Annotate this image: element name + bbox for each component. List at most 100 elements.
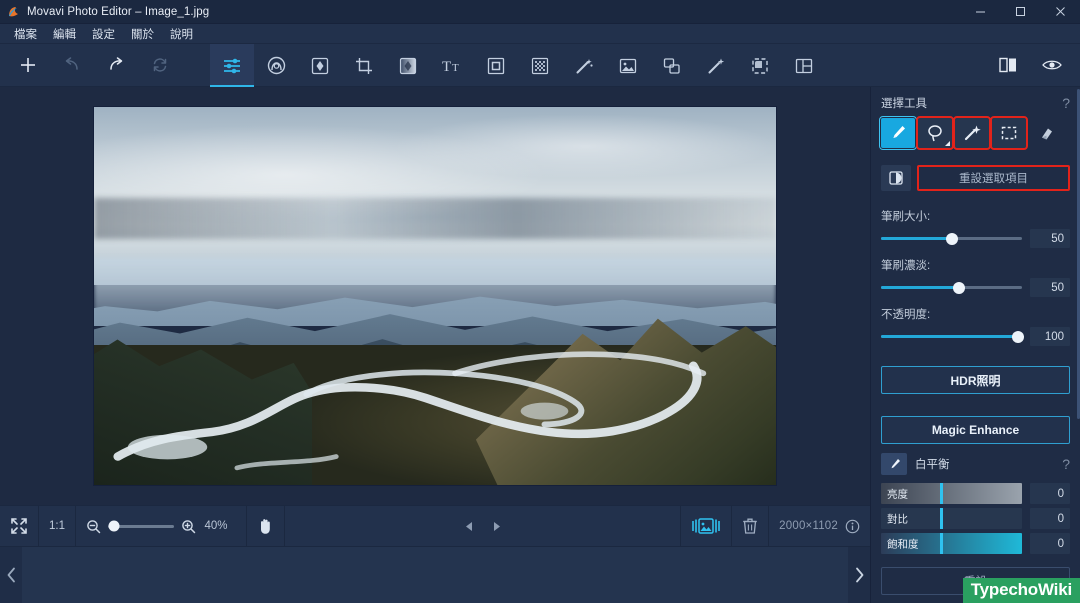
contrast-handle[interactable]: [940, 508, 943, 529]
lasso-expand-corner-icon[interactable]: [945, 141, 950, 146]
saturation-row: 飽和度 0: [881, 533, 1070, 554]
svg-text:T: T: [452, 62, 459, 74]
selection-tool-row: [879, 116, 1070, 150]
filmstrip-track[interactable]: [22, 547, 848, 603]
brush-hardness-label: 筆刷濃淡:: [881, 260, 931, 272]
brush-size-knob[interactable]: [945, 232, 958, 245]
white-balance-label: 白平衡: [915, 459, 950, 471]
title-bar: Movavi Photo Editor – Image_1.jpg: [0, 0, 1080, 24]
svg-text:T: T: [442, 59, 451, 75]
tab-effects[interactable]: [298, 44, 342, 87]
zoom-in-icon[interactable]: [181, 519, 196, 534]
next-image-icon[interactable]: [490, 520, 503, 533]
close-button[interactable]: [1040, 0, 1080, 24]
toolbar-tabs: T T: [210, 44, 826, 87]
brush-sliders-section: 筆刷大小: 50 筆刷濃淡: 50 不透明度: 100: [871, 200, 1080, 355]
menu-bar: 檔案 編輯 設定 關於 說明: [0, 24, 1080, 44]
tab-object-removal[interactable]: [738, 44, 782, 87]
add-icon[interactable]: [6, 44, 50, 87]
filmstrip-toggle-icon[interactable]: [681, 506, 733, 546]
help-icon[interactable]: ?: [1062, 96, 1070, 110]
invert-selection-icon[interactable]: [881, 165, 911, 191]
menu-file[interactable]: 檔案: [6, 25, 45, 43]
magic-wand-select-tool[interactable]: [953, 116, 991, 150]
tab-adjust[interactable]: [210, 44, 254, 87]
rectangle-select-tool[interactable]: [990, 116, 1028, 150]
eraser-tool[interactable]: [1029, 118, 1063, 148]
trash-icon[interactable]: [732, 506, 770, 546]
preview-eye-icon[interactable]: [1030, 44, 1074, 87]
minimize-button[interactable]: [960, 0, 1000, 24]
tab-frame[interactable]: [474, 44, 518, 87]
compare-split-icon[interactable]: [986, 44, 1030, 87]
reset-all-icon[interactable]: [138, 44, 182, 87]
tab-filters[interactable]: [386, 44, 430, 87]
brush-hardness-value[interactable]: 50: [1030, 278, 1070, 297]
brush-size-value[interactable]: 50: [1030, 229, 1070, 248]
brush-hardness-block: 筆刷濃淡: 50: [881, 257, 1070, 297]
zoom-controls: 40%: [76, 506, 247, 546]
brush-size-slider[interactable]: [881, 232, 1022, 245]
bottom-toolbar: 1:1 40% 2000×1102: [0, 505, 870, 546]
canvas-area[interactable]: [0, 87, 870, 505]
reset-selection-button[interactable]: 重設選取項目: [917, 165, 1070, 191]
prev-image-icon[interactable]: [463, 520, 476, 533]
menu-help[interactable]: 說明: [162, 25, 201, 43]
lasso-select-tool[interactable]: [916, 116, 954, 150]
brush-hardness-slider[interactable]: [881, 281, 1022, 294]
eyedropper-icon[interactable]: [881, 453, 907, 475]
tab-crop[interactable]: [342, 44, 386, 87]
editor-body: 1:1 40% 2000×1102 選擇工具 ? 重設選取項目 筆刷大小: 50…: [0, 87, 1080, 603]
maximize-button[interactable]: [1000, 0, 1040, 24]
tab-mosaic[interactable]: [518, 44, 562, 87]
image-info: 2000×1102: [769, 506, 870, 546]
brush-size-block: 筆刷大小: 50: [881, 208, 1070, 248]
opacity-slider[interactable]: [881, 330, 1024, 343]
tab-magic-cutout[interactable]: [694, 44, 738, 87]
tab-retouch[interactable]: [254, 44, 298, 87]
zoom-out-icon[interactable]: [86, 519, 101, 534]
undo-icon[interactable]: [50, 44, 94, 87]
brightness-handle[interactable]: [940, 483, 943, 504]
tab-image[interactable]: [606, 44, 650, 87]
selection-tools-header: 選擇工具 ?: [881, 95, 1070, 111]
contrast-slider[interactable]: 對比: [881, 508, 1022, 529]
opacity-value[interactable]: 100: [1030, 327, 1070, 346]
canvas-column: 1:1 40% 2000×1102: [0, 87, 870, 603]
actual-size-button[interactable]: 1:1: [39, 506, 76, 546]
zoom-slider[interactable]: [108, 520, 174, 532]
tab-text[interactable]: T T: [430, 44, 474, 87]
saturation-label: 飽和度: [887, 538, 919, 550]
saturation-value[interactable]: 0: [1030, 533, 1070, 554]
brightness-row: 亮度 0: [881, 483, 1070, 504]
zoom-slider-knob[interactable]: [108, 520, 120, 532]
tab-collage[interactable]: [782, 44, 826, 87]
contrast-row: 對比 0: [881, 508, 1070, 529]
brightness-slider[interactable]: 亮度: [881, 483, 1022, 504]
photo-canvas[interactable]: [94, 107, 776, 485]
contrast-value[interactable]: 0: [1030, 508, 1070, 529]
brightness-value[interactable]: 0: [1030, 483, 1070, 504]
tab-layers[interactable]: [650, 44, 694, 87]
watermark: TypechoWiki: [962, 578, 1080, 603]
brush-hardness-knob[interactable]: [952, 281, 965, 294]
menu-about[interactable]: 關於: [123, 25, 162, 43]
menu-edit[interactable]: 編輯: [45, 25, 84, 43]
redo-icon[interactable]: [94, 44, 138, 87]
menu-settings[interactable]: 設定: [84, 25, 123, 43]
brush-select-tool[interactable]: [879, 116, 917, 150]
saturation-slider[interactable]: 飽和度: [881, 533, 1022, 554]
opacity-knob[interactable]: [1011, 330, 1024, 343]
filmstrip-prev-button[interactable]: [0, 547, 22, 603]
hand-tool-icon[interactable]: [247, 506, 285, 546]
tab-magic-wand[interactable]: [562, 44, 606, 87]
panel-section-title: 選擇工具: [881, 98, 927, 110]
white-balance-help-icon[interactable]: ?: [1062, 457, 1070, 471]
filmstrip-next-button[interactable]: [848, 547, 870, 603]
magic-enhance-button[interactable]: Magic Enhance: [881, 416, 1070, 444]
fit-screen-icon[interactable]: [0, 506, 39, 546]
info-icon[interactable]: [845, 519, 860, 534]
selection-actions-section: 重設選取項目: [871, 157, 1080, 200]
saturation-handle[interactable]: [940, 533, 943, 554]
hdr-lighting-button[interactable]: HDR照明: [881, 366, 1070, 394]
